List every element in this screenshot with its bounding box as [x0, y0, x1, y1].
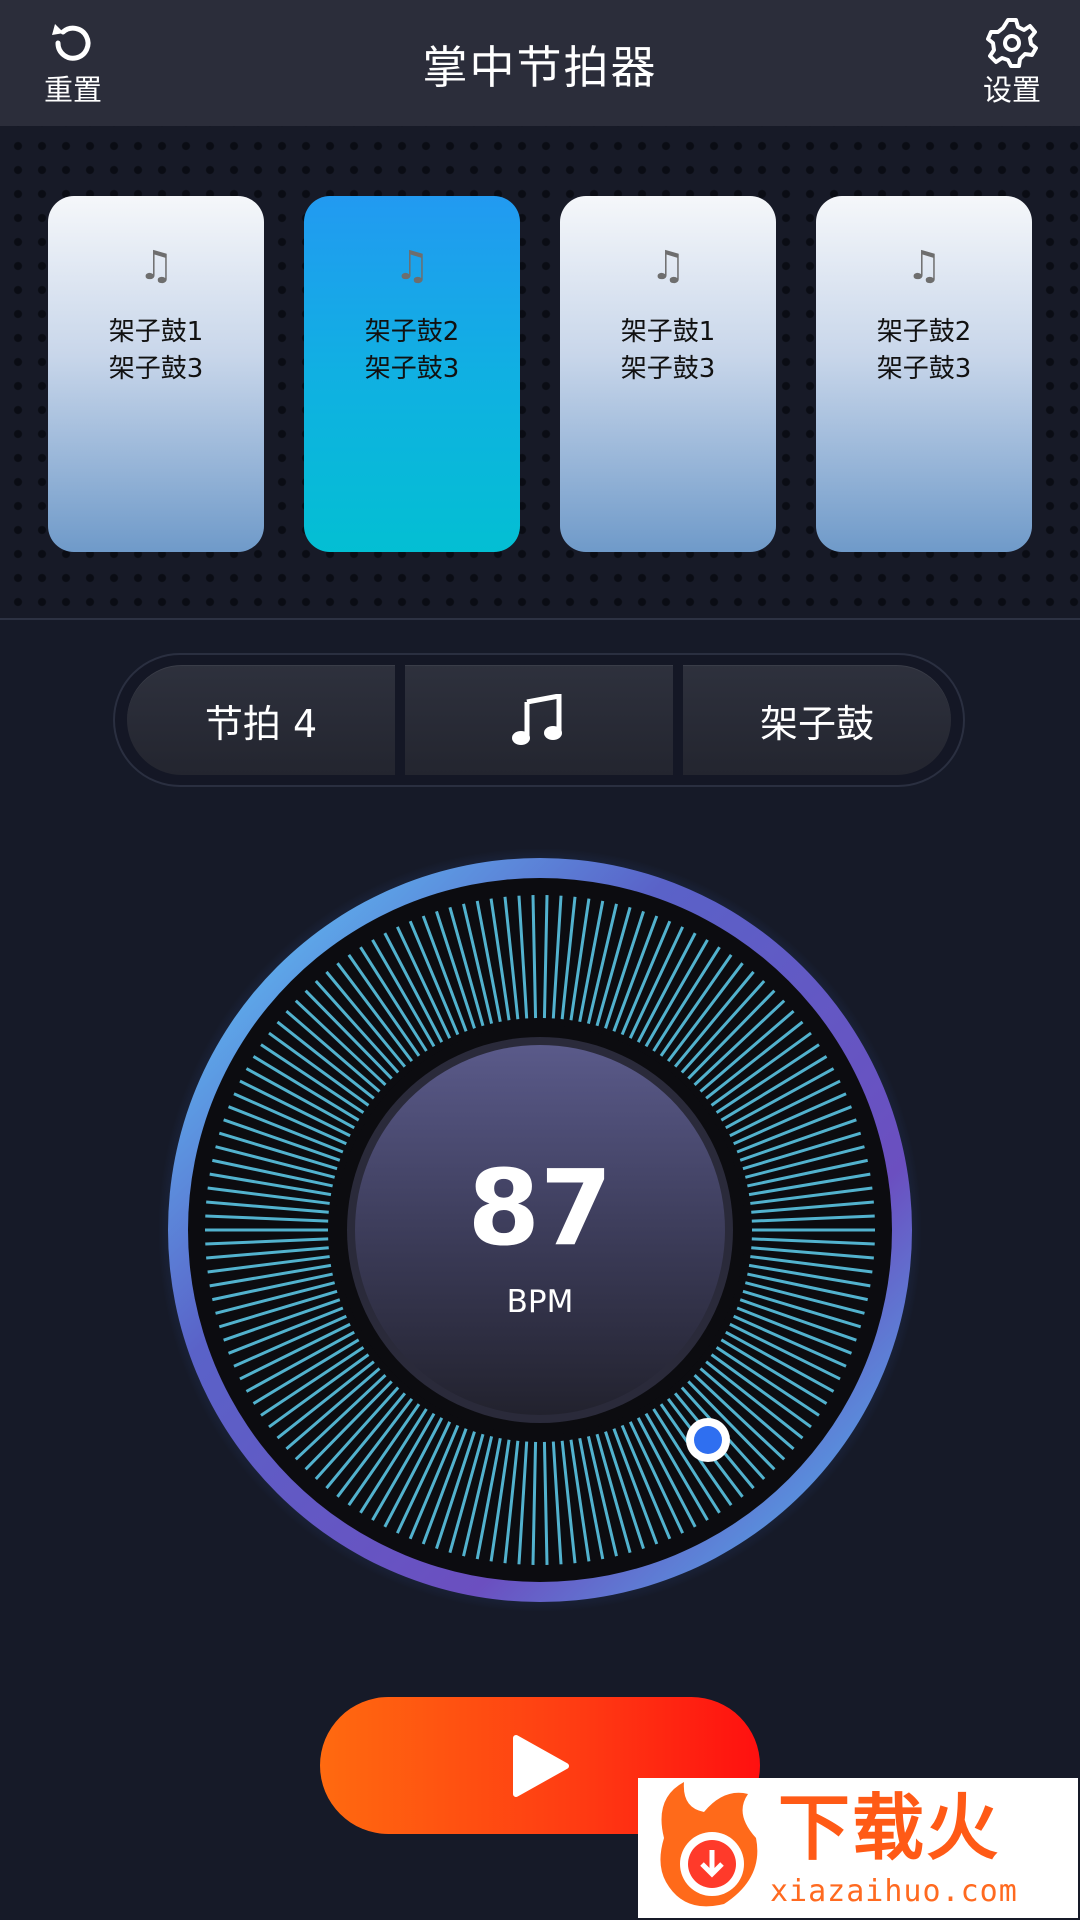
beat-selector[interactable]: 节拍 4 — [127, 665, 395, 775]
card-line-1: 架子鼓1 — [620, 317, 716, 347]
play-icon — [513, 1734, 569, 1797]
card-line-1: 架子鼓1 — [108, 317, 204, 347]
rhythm-card-2[interactable]: ♫ 架子鼓2 架子鼓3 — [304, 196, 520, 552]
card-line-2: 架子鼓3 — [620, 354, 716, 384]
music-note-icon: ♫ — [138, 243, 174, 289]
music-note-icon: ♫ — [394, 243, 430, 289]
gear-icon — [986, 18, 1038, 68]
rhythm-card-3[interactable]: ♫ 架子鼓1 架子鼓3 — [560, 196, 776, 552]
dial-knob[interactable] — [686, 1418, 730, 1462]
watermark-text: 下载火 — [778, 1786, 1001, 1870]
flame-logo-icon — [660, 1782, 758, 1907]
bpm-value: 87 — [467, 1147, 613, 1269]
card-line-2: 架子鼓3 — [364, 354, 460, 384]
sound-selector[interactable]: 架子鼓 — [683, 665, 951, 775]
music-note-icon: ♫ — [650, 243, 686, 289]
note-value-selector[interactable] — [405, 665, 673, 775]
app-header: 重置 掌中节拍器 设置 — [0, 0, 1080, 126]
rhythm-card-1[interactable]: ♫ 架子鼓1 架子鼓3 — [48, 196, 264, 552]
card-line-1: 架子鼓2 — [876, 317, 972, 347]
sound-label: 架子鼓 — [759, 701, 874, 746]
settings-button[interactable]: 设置 — [957, 16, 1067, 120]
music-note-icon: ♫ — [906, 243, 942, 289]
music-note-icon — [512, 694, 562, 745]
watermark-url: xiazaihuo.com — [770, 1874, 1018, 1909]
card-line-2: 架子鼓3 — [876, 354, 972, 384]
beat-label: 节拍 4 — [204, 701, 318, 746]
rhythm-card-4[interactable]: ♫ 架子鼓2 架子鼓3 — [816, 196, 1032, 552]
settings-label: 设置 — [982, 73, 1041, 107]
page-title: 掌中节拍器 — [422, 41, 658, 94]
bpm-unit: BPM — [506, 1284, 574, 1320]
watermark: 下载火 xiazaihuo.com — [638, 1778, 1078, 1918]
card-line-2: 架子鼓3 — [108, 354, 204, 384]
card-line-1: 架子鼓2 — [364, 317, 460, 347]
